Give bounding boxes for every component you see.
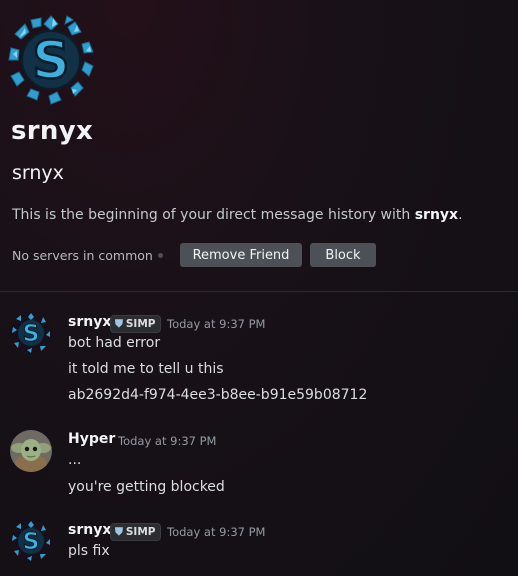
separator-dot — [158, 253, 163, 258]
message-avatar-hyper[interactable] — [10, 430, 52, 472]
profile-avatar[interactable]: S — [5, 14, 97, 106]
role-badge: ⛊ SIMP — [110, 315, 161, 333]
mutual-servers-text: No servers in common — [12, 248, 153, 263]
dm-intro-text: This is the beginning of your direct mes… — [12, 207, 463, 223]
shield-icon: ⛊ — [115, 525, 123, 538]
message-timestamp: Today at 9:37 PM — [118, 434, 217, 448]
svg-text:S: S — [23, 529, 40, 555]
profile-display-name: srnyx — [11, 116, 94, 146]
badge-label: SIMP — [125, 526, 156, 538]
message-line: it told me to tell u this — [68, 361, 224, 377]
message-author[interactable]: srnyx — [68, 522, 111, 538]
badge-label: SIMP — [125, 318, 156, 330]
message-line: bot had error — [68, 335, 161, 351]
message-avatar-srnyx[interactable]: S — [10, 520, 52, 562]
message-author[interactable]: srnyx — [68, 314, 111, 330]
role-badge: ⛊ SIMP — [110, 523, 161, 541]
message-timestamp: Today at 9:37 PM — [167, 317, 266, 331]
message-author[interactable]: Hyper — [68, 431, 115, 447]
divider — [0, 291, 518, 292]
remove-friend-button[interactable]: Remove Friend — [180, 243, 302, 267]
message-timestamp: Today at 9:37 PM — [167, 525, 266, 539]
intro-username: srnyx — [414, 207, 459, 223]
message-line: pls fix — [68, 543, 110, 559]
message-line: ... — [68, 452, 82, 468]
shield-icon: ⛊ — [115, 317, 123, 330]
message-line: ab2692d4-f974-4ee3-b8ee-b91e59b08712 — [68, 387, 368, 403]
svg-text:S: S — [23, 321, 40, 347]
block-button[interactable]: Block — [310, 243, 376, 267]
profile-username: srnyx — [12, 162, 64, 184]
message-avatar-srnyx[interactable]: S — [10, 312, 52, 354]
intro-suffix: . — [458, 207, 463, 223]
svg-text:S: S — [32, 31, 69, 91]
message-line: you're getting blocked — [68, 479, 225, 495]
intro-prefix: This is the beginning of your direct mes… — [12, 207, 415, 223]
